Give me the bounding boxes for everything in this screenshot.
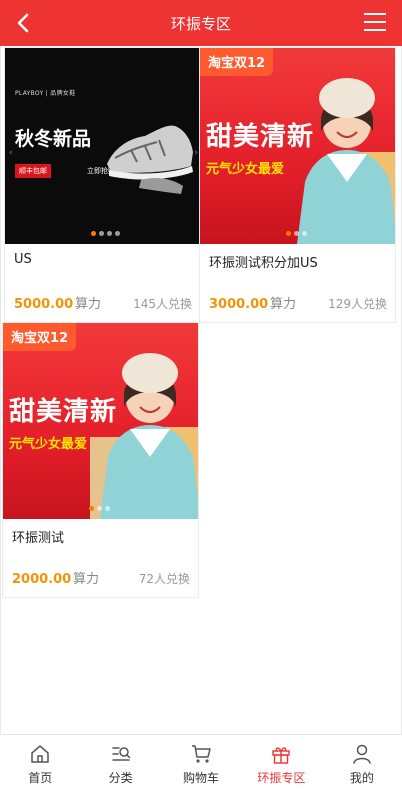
redeem-count: 145人兑换 <box>133 297 192 311</box>
carousel-next-icon[interactable]: › <box>194 148 198 158</box>
product-name: 环振测试积分加US <box>209 256 318 271</box>
product-price: 2000.00 <box>12 572 72 587</box>
sneaker-image <box>107 125 193 194</box>
tab-label: 环振专区 <box>257 771 306 785</box>
product-card[interactable]: 淘宝双12 甜美清新 元气少女最爱 环振测试 2000.00 算力 72人兑换 <box>2 322 199 598</box>
banner-tag: 顺丰包邮 <box>15 164 51 178</box>
carousel-prev-icon[interactable]: ‹ <box>9 148 13 158</box>
product-name: 环振测试 <box>12 531 65 546</box>
gift-icon <box>272 747 291 764</box>
promo-badge: 淘宝双12 <box>200 48 274 76</box>
top-bar: 环振专区 <box>0 0 402 46</box>
menu-icon[interactable] <box>364 13 386 31</box>
product-image[interactable]: PLAYBOY | 品牌女鞋 秋冬新品 顺丰包邮 立即抢购 ‹ › <box>5 48 200 244</box>
carousel-dots <box>286 231 307 236</box>
price-unit: 算力 <box>270 297 297 312</box>
home-icon <box>31 745 49 763</box>
category-search-icon <box>111 747 130 761</box>
tab-label: 分类 <box>108 771 133 785</box>
tab-label: 购物车 <box>183 771 220 785</box>
tab-category[interactable]: 分类 <box>80 735 160 792</box>
product-image[interactable]: 淘宝双12 甜美清新 元气少女最爱 <box>3 323 198 519</box>
carousel-dots <box>91 231 120 236</box>
product-price: 3000.00 <box>209 297 269 312</box>
tab-cart[interactable]: 购物车 <box>161 735 241 792</box>
page-title: 环振专区 <box>170 15 231 33</box>
bottom-tab-bar: 首页 分类 购物车 环振专区 我的 <box>0 734 402 792</box>
redeem-count: 129人兑换 <box>328 297 387 311</box>
tab-label: 我的 <box>349 771 374 785</box>
tab-label: 首页 <box>28 771 53 785</box>
cart-icon <box>192 745 211 763</box>
banner-subline: 元气少女最爱 <box>9 437 88 452</box>
tab-zone[interactable]: 环振专区 <box>241 735 321 792</box>
product-price: 5000.00 <box>14 297 74 312</box>
redeem-count: 72人兑换 <box>138 572 190 586</box>
product-image[interactable]: 淘宝双12 甜美清新 元气少女最爱 <box>200 48 395 244</box>
banner-headline: 秋冬新品 <box>15 128 92 150</box>
product-card[interactable]: 淘宝双12 甜美清新 元气少女最爱 环振测试积分加US 3000.00 算力 1… <box>199 47 396 323</box>
tab-home[interactable]: 首页 <box>0 735 80 792</box>
price-unit: 算力 <box>75 297 102 312</box>
banner-brand: PLAYBOY | 品牌女鞋 <box>15 90 76 97</box>
banner-subline: 元气少女最爱 <box>206 162 285 177</box>
tab-mine[interactable]: 我的 <box>322 735 402 792</box>
model-image <box>297 78 395 244</box>
product-name: US <box>14 252 32 267</box>
user-icon <box>353 744 371 764</box>
model-image <box>90 353 198 519</box>
price-unit: 算力 <box>73 572 100 587</box>
carousel-dots <box>89 506 110 511</box>
product-grid: PLAYBOY | 品牌女鞋 秋冬新品 顺丰包邮 立即抢购 ‹ › US 500… <box>0 46 402 734</box>
product-card[interactable]: PLAYBOY | 品牌女鞋 秋冬新品 顺丰包邮 立即抢购 ‹ › US 500… <box>4 47 201 323</box>
promo-badge: 淘宝双12 <box>3 323 77 351</box>
